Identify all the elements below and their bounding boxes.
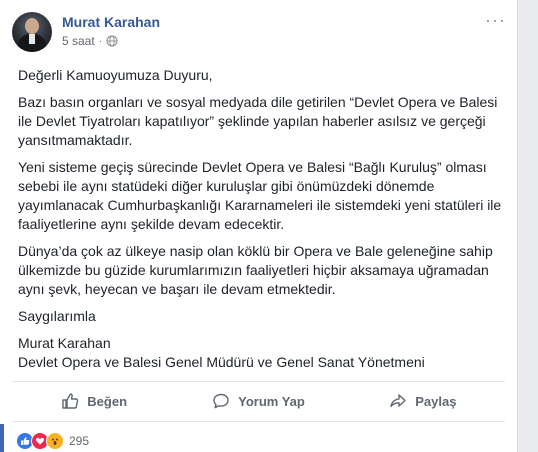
- post-time[interactable]: 5 saat: [62, 34, 95, 48]
- post-card: Murat Karahan 5 saat · ··· Değerli Kamuo…: [0, 0, 518, 452]
- post-body: Değerli Kamuoyumuza Duyuru, Bazı basın o…: [18, 66, 504, 380]
- avatar[interactable]: [12, 12, 52, 52]
- post-paragraph: Değerli Kamuoyumuza Duyuru,: [18, 67, 213, 83]
- post-paragraph: Saygılarımla: [18, 308, 96, 324]
- post-paragraph: Yeni sisteme geçiş sürecinde Devlet Oper…: [18, 159, 502, 232]
- author-name[interactable]: Murat Karahan: [62, 14, 160, 30]
- post-paragraph: Dünya’da çok az ülkeye nasip olan köklü …: [18, 243, 493, 297]
- signature-title: Devlet Opera ve Balesi Genel Müdürü ve G…: [18, 354, 425, 370]
- comment-label: Yorum Yap: [238, 393, 305, 409]
- divider: [12, 421, 505, 422]
- like-label: Beğen: [87, 393, 128, 409]
- globe-icon[interactable]: [106, 35, 118, 47]
- divider: [12, 381, 505, 382]
- reactions-summary[interactable]: 295: [16, 432, 89, 450]
- post-paragraph: Bazı basın organları ve sosyal medyada d…: [18, 94, 498, 148]
- share-label: Paylaş: [415, 393, 457, 409]
- thumbs-up-icon: [62, 393, 79, 409]
- wow-reaction-icon: [46, 432, 64, 450]
- post-meta: 5 saat ·: [62, 34, 118, 48]
- meta-separator: ·: [98, 35, 103, 47]
- action-bar: Beğen Yorum Yap Paylaş: [12, 385, 505, 417]
- reaction-count: 295: [69, 434, 90, 448]
- comment-icon: [213, 393, 229, 409]
- comment-section-accent: [0, 424, 4, 452]
- comment-button[interactable]: Yorum Yap: [176, 385, 340, 417]
- share-icon: [390, 394, 406, 408]
- more-options-icon[interactable]: ···: [485, 11, 505, 32]
- share-button[interactable]: Paylaş: [341, 385, 505, 417]
- post-header: Murat Karahan 5 saat · ···: [12, 11, 505, 56]
- like-button[interactable]: Beğen: [12, 385, 176, 417]
- signature-name: Murat Karahan: [18, 335, 111, 351]
